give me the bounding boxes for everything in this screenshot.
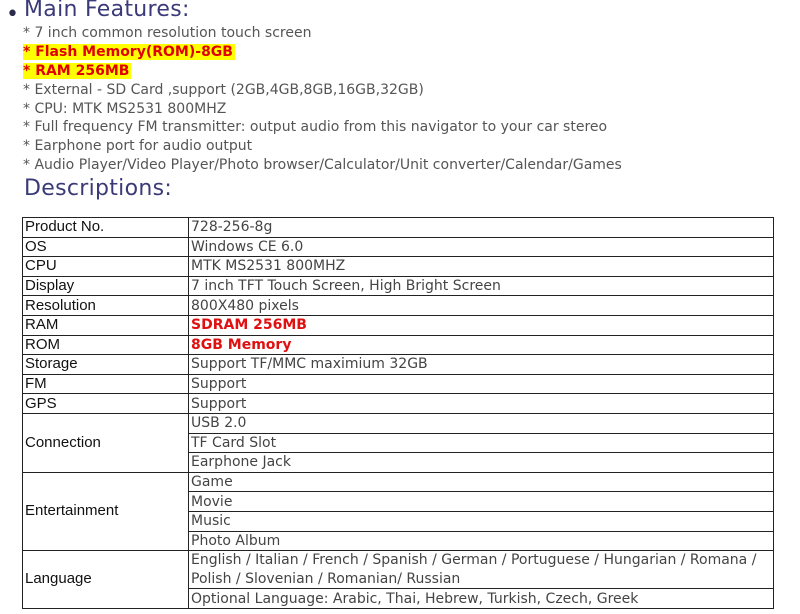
spec-key-cell: Language [22,550,189,609]
feature-item-highlighted-text: * RAM 256MB [23,62,132,79]
table-row: GPS Support [22,393,774,414]
table-row: CPU MTK MS2531 800MHZ [22,256,774,277]
spec-key-cell: Resolution [22,295,189,316]
spec-value-cell: Windows CE 6.0 [188,236,774,258]
table-row: Storage Support TF/MMC maximium 32GB [22,354,774,375]
feature-item: * Flash Memory(ROM)-8GB [23,43,793,62]
table-row: OS Windows CE 6.0 [22,236,774,258]
features-list: * 7 inch common resolution touch screen *… [23,24,793,175]
spec-value-cell: MTK MS2531 800MHZ [188,256,774,277]
spec-value-cell: Earphone Jack [188,452,774,473]
table-row: Display 7 inch TFT Touch Screen, High Bri… [22,275,774,297]
spec-key-cell: Storage [22,354,189,375]
spec-value-cell: Optional Language: Arabic, Thai, Hebrew,… [188,588,774,609]
table-row: FM Support [22,373,774,395]
descriptions-heading: Descriptions: [24,176,173,201]
spec-value-cell: English / Italian / French / Spanish / G… [188,550,774,570]
spec-value-cell: Support [188,393,774,414]
spec-key-cell: FM [22,373,189,395]
table-row: ROM 8GB Memory [22,334,774,356]
feature-item: * 7 inch common resolution touch screen [23,24,793,43]
bullet-marker: • [6,2,19,27]
table-row: Language English / Italian / French / Spa… [22,550,774,609]
feature-item-highlighted-text: * Flash Memory(ROM)-8GB [23,43,235,60]
spec-value-cell: Music [188,510,774,532]
spec-value-cell: 7 inch TFT Touch Screen, High Bright Scr… [188,275,774,297]
spec-value-cell: Polish / Slovenian / Romanian/ Russian [188,569,774,590]
feature-item-text: * Full frequency FM transmitter: output … [23,119,608,136]
spec-value-cell: Movie [188,491,774,512]
table-row: Resolution 800X480 pixels [22,295,774,316]
spec-value-cell: SDRAM 256MB [188,314,774,336]
table-row: RAM SDRAM 256MB [22,314,774,336]
spec-value-cell: TF Card Slot [188,432,774,454]
spec-value-cell: 728-256-8g [188,217,774,238]
spec-key-cell: RAM [22,314,189,336]
spec-value-cell: 800X480 pixels [188,295,774,316]
spec-key-cell: ROM [22,334,189,356]
spec-key-cell: OS [22,236,189,258]
spec-key-cell: GPS [22,393,189,414]
feature-item: * RAM 256MB [23,62,793,81]
table-row: Product No. 728-256-8g [22,217,774,238]
spec-value-cell: Photo Album [188,530,774,552]
feature-item-text: * Earphone port for audio output [23,138,253,155]
feature-item: * Earphone port for audio output [23,137,793,156]
feature-item-text: * CPU: MTK MS2531 800MHZ [23,100,227,117]
spec-value-cell: USB 2.0 [188,412,774,434]
feature-item-text: * 7 inch common resolution touch screen [23,25,312,41]
spec-key-cell: Connection [22,412,189,473]
feature-item-text: * External - SD Card ,support (2GB,4GB,8… [23,81,424,98]
feature-item: * Full frequency FM transmitter: output … [23,118,793,137]
spec-key-cell: Entertainment [22,471,189,552]
spec-key-cell: CPU [22,256,189,277]
spec-table: Product No. 728-256-8g OS Windows CE 6.0 CPU… [22,217,774,609]
table-row: Connection USB 2.0 [22,412,774,473]
spec-value-cell: Support [188,373,774,395]
feature-item-text: * Audio Player/Video Player/Photo browse… [23,157,622,174]
spec-key-cell: Product No. [22,217,189,238]
feature-item: * CPU: MTK MS2531 800MHZ [23,100,793,119]
main-features-heading: Main Features: [24,0,190,22]
spec-value-cell: Support TF/MMC maximium 32GB [188,354,774,375]
spec-value-cell: 8GB Memory [188,334,774,356]
feature-item: * External - SD Card ,support (2GB,4GB,8… [23,81,793,100]
spec-key-cell: Display [22,275,189,297]
table-row: Entertainment Game [22,471,774,552]
spec-value-cell: Game [188,471,774,493]
feature-item: * Audio Player/Video Player/Photo browse… [23,156,793,175]
